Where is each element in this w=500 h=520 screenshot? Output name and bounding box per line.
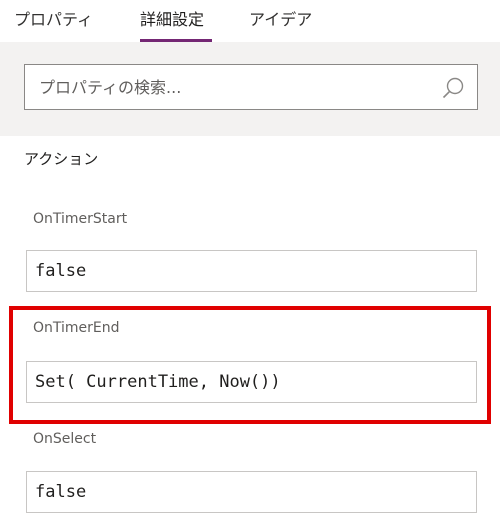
property-label-onselect: OnSelect: [33, 431, 97, 447]
tab-bar: プロパティ 詳細設定 アイデア: [0, 0, 500, 42]
tab-properties[interactable]: プロパティ: [14, 0, 93, 42]
tab-advanced[interactable]: 詳細設定: [140, 0, 204, 42]
search-box[interactable]: [24, 64, 478, 110]
formula-field-onselect[interactable]: false: [26, 471, 477, 513]
search-icon[interactable]: [441, 76, 465, 100]
highlight-box: [9, 306, 491, 424]
search-input[interactable]: [39, 65, 429, 109]
formula-field-ontimerstart[interactable]: false: [26, 250, 477, 292]
section-title-actions: アクション: [24, 150, 99, 168]
property-label-ontimerstart: OnTimerStart: [33, 211, 128, 227]
tab-ideas[interactable]: アイデア: [249, 0, 312, 42]
